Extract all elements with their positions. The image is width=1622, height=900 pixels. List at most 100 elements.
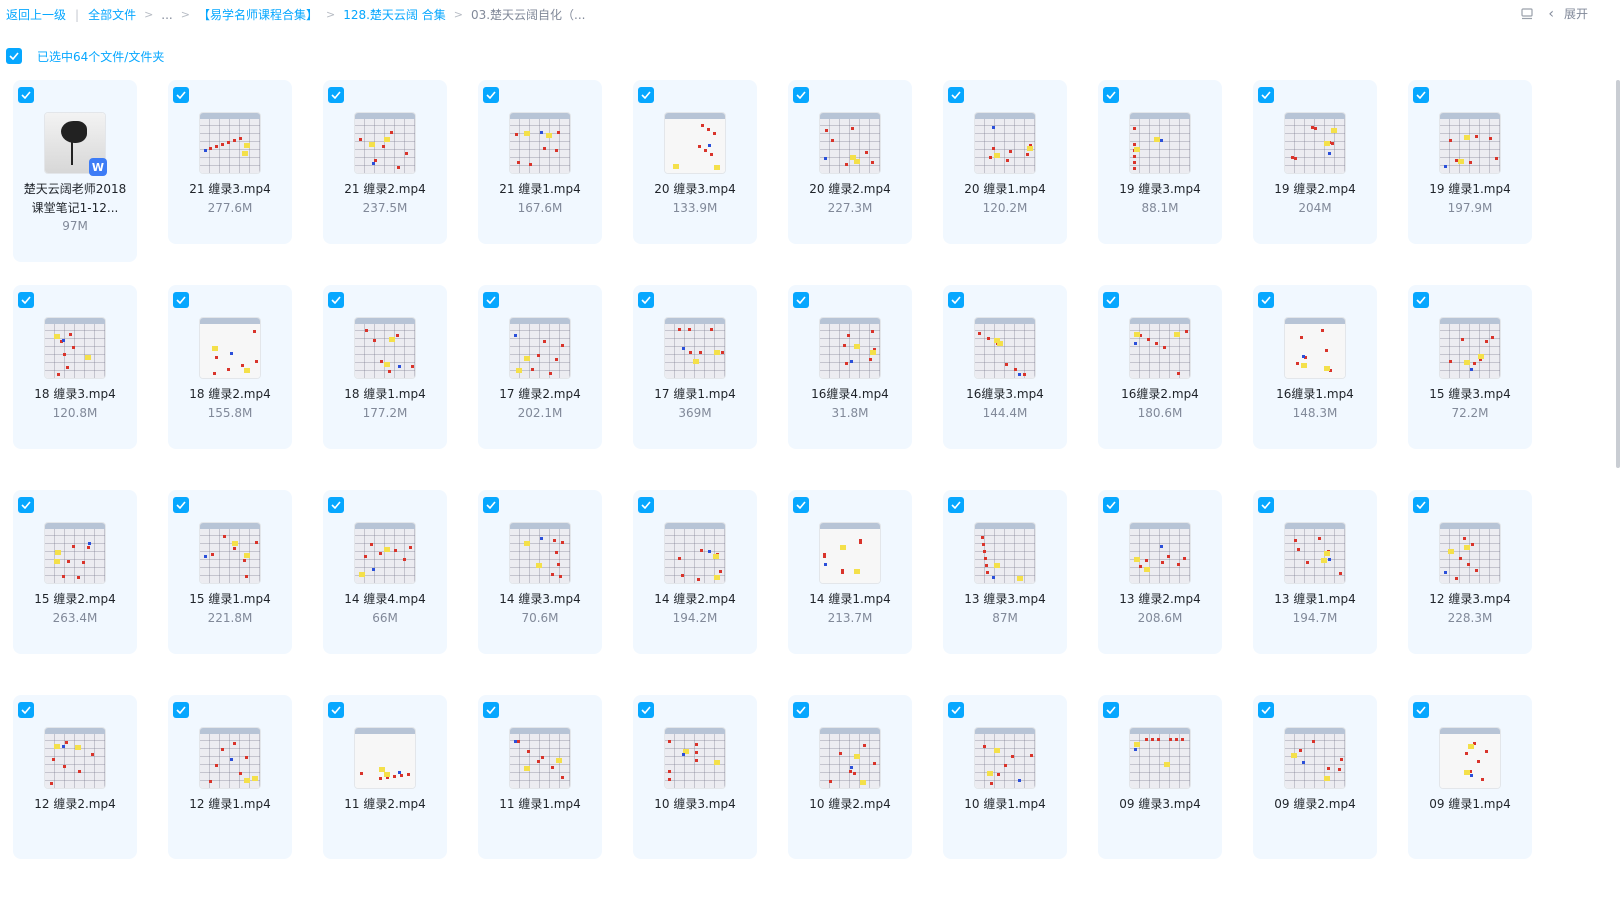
select-all-checkbox[interactable] bbox=[6, 48, 22, 64]
file-checkbox[interactable] bbox=[1258, 702, 1274, 718]
file-checkbox[interactable] bbox=[1103, 87, 1119, 103]
breadcrumb-item-collection[interactable]: 【易学名师课程合集】 bbox=[198, 6, 318, 23]
file-checkbox[interactable] bbox=[638, 87, 654, 103]
file-checkbox[interactable] bbox=[1258, 497, 1274, 513]
video-thumbnail bbox=[509, 522, 571, 584]
file-tile[interactable]: 16缠录3.mp4 144.4M bbox=[943, 285, 1067, 449]
file-checkbox[interactable] bbox=[638, 702, 654, 718]
file-tile[interactable]: 14 缠录1.mp4 213.7M bbox=[788, 490, 912, 654]
file-checkbox[interactable] bbox=[173, 292, 189, 308]
file-checkbox[interactable] bbox=[328, 87, 344, 103]
file-size: 204M bbox=[1298, 201, 1332, 215]
file-tile[interactable]: 09 缠录1.mp4 bbox=[1408, 695, 1532, 859]
file-tile[interactable]: 21 缠录1.mp4 167.6M bbox=[478, 80, 602, 244]
file-tile[interactable]: 17 缠录2.mp4 202.1M bbox=[478, 285, 602, 449]
scrollbar[interactable] bbox=[1616, 80, 1620, 468]
file-checkbox[interactable] bbox=[483, 497, 499, 513]
file-tile[interactable]: 10 缠录3.mp4 bbox=[633, 695, 757, 859]
file-name: 14 缠录2.mp4 bbox=[654, 592, 736, 606]
file-checkbox[interactable] bbox=[793, 292, 809, 308]
file-checkbox[interactable] bbox=[793, 702, 809, 718]
file-checkbox[interactable] bbox=[483, 292, 499, 308]
list-view-icon[interactable] bbox=[1520, 7, 1534, 21]
file-checkbox[interactable] bbox=[793, 497, 809, 513]
file-tile[interactable]: 18 缠录1.mp4 177.2M bbox=[323, 285, 447, 449]
file-checkbox[interactable] bbox=[1413, 497, 1429, 513]
file-tile[interactable]: 13 缠录2.mp4 208.6M bbox=[1098, 490, 1222, 654]
file-tile[interactable]: 09 缠录2.mp4 bbox=[1253, 695, 1377, 859]
file-tile[interactable]: 13 缠录3.mp4 87M bbox=[943, 490, 1067, 654]
file-tile[interactable]: 21 缠录3.mp4 277.6M bbox=[168, 80, 292, 244]
file-checkbox[interactable] bbox=[1413, 87, 1429, 103]
file-tile[interactable]: 20 缠录3.mp4 133.9M bbox=[633, 80, 757, 244]
file-tile[interactable]: 09 缠录3.mp4 bbox=[1098, 695, 1222, 859]
file-checkbox[interactable] bbox=[1103, 292, 1119, 308]
file-checkbox[interactable] bbox=[173, 497, 189, 513]
file-tile[interactable]: 11 缠录1.mp4 bbox=[478, 695, 602, 859]
expand-button[interactable]: ‹ 展开 bbox=[1548, 5, 1588, 22]
file-tile[interactable]: 16缠录1.mp4 148.3M bbox=[1253, 285, 1377, 449]
breadcrumb-item-folder[interactable]: 128.楚天云阔 合集 bbox=[343, 6, 446, 23]
file-tile[interactable]: W 楚天云阔老师2018课堂笔记1-12... 97M bbox=[13, 80, 137, 262]
file-checkbox[interactable] bbox=[948, 87, 964, 103]
file-checkbox[interactable] bbox=[173, 702, 189, 718]
file-checkbox[interactable] bbox=[328, 292, 344, 308]
file-tile[interactable]: 14 缠录2.mp4 194.2M bbox=[633, 490, 757, 654]
file-checkbox[interactable] bbox=[18, 87, 34, 103]
file-checkbox[interactable] bbox=[948, 292, 964, 308]
file-checkbox[interactable] bbox=[1103, 497, 1119, 513]
file-tile[interactable]: 15 缠录3.mp4 72.2M bbox=[1408, 285, 1532, 449]
file-checkbox[interactable] bbox=[18, 702, 34, 718]
file-checkbox[interactable] bbox=[1258, 292, 1274, 308]
file-tile[interactable]: 19 缠录1.mp4 197.9M bbox=[1408, 80, 1532, 244]
file-checkbox[interactable] bbox=[1413, 292, 1429, 308]
file-tile[interactable]: 10 缠录2.mp4 bbox=[788, 695, 912, 859]
file-checkbox[interactable] bbox=[328, 702, 344, 718]
file-tile[interactable]: 12 缠录2.mp4 bbox=[13, 695, 137, 859]
file-checkbox[interactable] bbox=[793, 87, 809, 103]
file-tile[interactable]: 20 缠录2.mp4 227.3M bbox=[788, 80, 912, 244]
file-tile[interactable]: 21 缠录2.mp4 237.5M bbox=[323, 80, 447, 244]
video-thumbnail bbox=[44, 522, 106, 584]
file-checkbox[interactable] bbox=[328, 497, 344, 513]
file-tile[interactable]: 16缠录2.mp4 180.6M bbox=[1098, 285, 1222, 449]
file-checkbox[interactable] bbox=[1413, 702, 1429, 718]
file-tile[interactable]: 19 缠录2.mp4 204M bbox=[1253, 80, 1377, 244]
file-tile[interactable]: 10 缠录1.mp4 bbox=[943, 695, 1067, 859]
file-checkbox[interactable] bbox=[18, 292, 34, 308]
breadcrumb-ellipsis[interactable]: ... bbox=[161, 8, 172, 22]
video-thumbnail bbox=[1129, 112, 1191, 174]
file-tile[interactable]: 11 缠录2.mp4 bbox=[323, 695, 447, 859]
file-tile[interactable]: 15 缠录1.mp4 221.8M bbox=[168, 490, 292, 654]
file-tile[interactable]: 12 缠录3.mp4 228.3M bbox=[1408, 490, 1532, 654]
file-checkbox[interactable] bbox=[948, 702, 964, 718]
file-tile[interactable]: 19 缠录3.mp4 88.1M bbox=[1098, 80, 1222, 244]
file-tile[interactable]: 20 缠录1.mp4 120.2M bbox=[943, 80, 1067, 244]
file-tile[interactable]: 18 缠录3.mp4 120.8M bbox=[13, 285, 137, 449]
file-checkbox[interactable] bbox=[18, 497, 34, 513]
file-checkbox[interactable] bbox=[483, 702, 499, 718]
file-tile[interactable]: 16缠录4.mp4 31.8M bbox=[788, 285, 912, 449]
file-tile[interactable]: 14 缠录4.mp4 66M bbox=[323, 490, 447, 654]
video-thumbnail bbox=[1129, 317, 1191, 379]
file-checkbox[interactable] bbox=[1258, 87, 1274, 103]
file-name: 19 缠录3.mp4 bbox=[1119, 182, 1201, 196]
file-name: 09 缠录1.mp4 bbox=[1429, 797, 1511, 811]
file-tile[interactable]: 12 缠录1.mp4 bbox=[168, 695, 292, 859]
file-checkbox[interactable] bbox=[948, 497, 964, 513]
file-tile[interactable]: 17 缠录1.mp4 369M bbox=[633, 285, 757, 449]
file-checkbox[interactable] bbox=[638, 292, 654, 308]
file-tile[interactable]: 14 缠录3.mp4 70.6M bbox=[478, 490, 602, 654]
file-tile[interactable]: 15 缠录2.mp4 263.4M bbox=[13, 490, 137, 654]
file-checkbox[interactable] bbox=[483, 87, 499, 103]
file-tile[interactable]: 13 缠录1.mp4 194.7M bbox=[1253, 490, 1377, 654]
file-size: 194.7M bbox=[1292, 611, 1338, 625]
file-name: 17 缠录1.mp4 bbox=[654, 387, 736, 401]
video-thumbnail bbox=[974, 112, 1036, 174]
back-link[interactable]: 返回上一级 bbox=[6, 6, 66, 23]
file-checkbox[interactable] bbox=[173, 87, 189, 103]
file-checkbox[interactable] bbox=[638, 497, 654, 513]
file-checkbox[interactable] bbox=[1103, 702, 1119, 718]
file-tile[interactable]: 18 缠录2.mp4 155.8M bbox=[168, 285, 292, 449]
breadcrumb-all-files[interactable]: 全部文件 bbox=[88, 6, 136, 23]
